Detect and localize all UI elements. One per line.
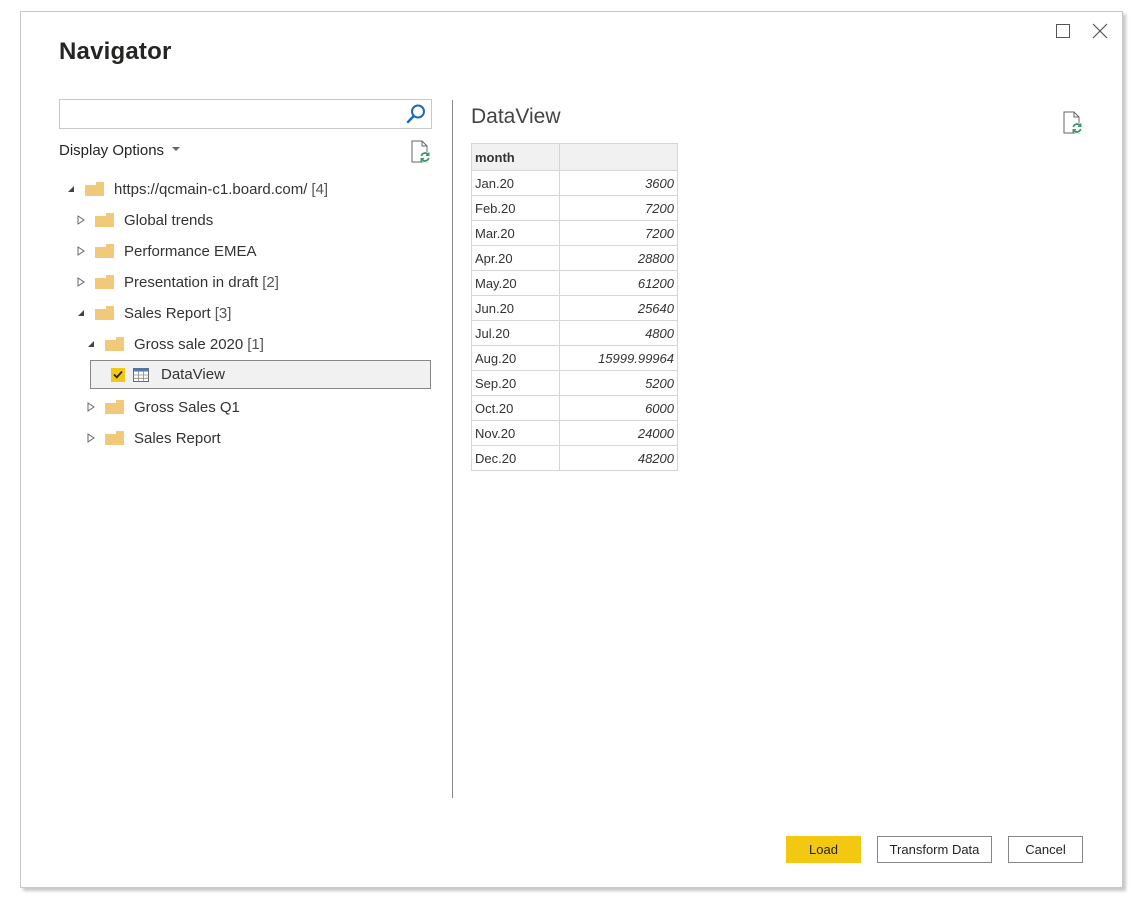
- expand-arrow-icon[interactable]: [75, 276, 87, 288]
- collapse-arrow-icon[interactable]: [65, 183, 77, 195]
- dialog-title: Navigator: [59, 38, 172, 65]
- collapse-arrow-icon[interactable]: [75, 307, 87, 319]
- table-row: Jul.20 4800: [471, 320, 678, 346]
- tree-node-label: Sales Report: [124, 304, 211, 322]
- month-cell: Oct.20: [471, 395, 560, 421]
- tree-node-dataview[interactable]: DataView: [90, 360, 431, 389]
- table-row: Sep.20 5200: [471, 370, 678, 396]
- tree-node-count: [4]: [311, 180, 329, 198]
- chevron-down-icon: [172, 147, 181, 152]
- table-body: Jan.20 3600 Feb.20 7200 Mar.20 7200 Apr.20 2880…: [471, 170, 678, 471]
- tree-node-count: [2]: [262, 273, 279, 291]
- month-cell: Apr.20: [471, 245, 560, 271]
- folder-icon: [105, 337, 124, 351]
- folder-icon: [85, 182, 104, 196]
- table-icon: [133, 367, 149, 382]
- table-header-row: month: [471, 143, 678, 171]
- month-cell: May.20: [471, 270, 560, 296]
- expand-arrow-icon[interactable]: [85, 432, 97, 444]
- tree-node-label: Gross sale 2020: [134, 335, 244, 353]
- month-cell: Nov.20: [471, 420, 560, 446]
- table-row: Aug.20 15999.99964: [471, 345, 678, 371]
- table-row: Apr.20 28800: [471, 245, 678, 271]
- search-input[interactable]: [60, 100, 412, 126]
- tree-node-sales-report[interactable]: Sales Report [3]: [75, 299, 231, 327]
- value-cell: 24000: [559, 420, 678, 446]
- table-row: Jun.20 25640: [471, 295, 678, 321]
- table-row: Feb.20 7200: [471, 195, 678, 221]
- tree-node-label: Presentation in draft: [124, 273, 259, 291]
- folder-icon: [95, 275, 114, 289]
- folder-icon: [95, 244, 114, 258]
- table-row: Dec.20 48200: [471, 445, 678, 471]
- tree-node-global-trends[interactable]: Global trends: [75, 206, 213, 234]
- tree-node-sales-report-child[interactable]: Sales Report: [85, 424, 221, 452]
- month-cell: Jun.20: [471, 295, 560, 321]
- close-button[interactable]: [1091, 22, 1111, 42]
- load-button[interactable]: Load: [786, 836, 861, 863]
- tree-node-label: Gross Sales Q1: [134, 398, 240, 416]
- folder-icon: [95, 306, 114, 320]
- tree-node-label: Global trends: [124, 211, 214, 229]
- pane-divider[interactable]: [452, 100, 453, 798]
- month-cell: Mar.20: [471, 220, 560, 246]
- tree-node-gross-sales-q1[interactable]: Gross Sales Q1: [85, 393, 240, 421]
- value-cell: 25640: [559, 295, 678, 321]
- table-row: Oct.20 6000: [471, 395, 678, 421]
- value-cell: 7200: [559, 195, 678, 221]
- tree-node-presentation-in-draft[interactable]: Presentation in draft [2]: [75, 268, 279, 296]
- tree-node-root[interactable]: https://qcmain-c1.board.com/ [4]: [65, 175, 328, 203]
- table-row: Mar.20 7200: [471, 220, 678, 246]
- value-cell: 61200: [559, 270, 678, 296]
- tree-node-count: [3]: [214, 304, 232, 322]
- maximize-button[interactable]: [1054, 22, 1074, 42]
- close-icon: [1092, 23, 1108, 39]
- cancel-button[interactable]: Cancel: [1008, 836, 1083, 863]
- folder-icon: [105, 400, 124, 414]
- search-icon[interactable]: [405, 103, 427, 125]
- month-cell: Feb.20: [471, 195, 560, 221]
- search-box: [59, 99, 432, 129]
- expand-arrow-icon[interactable]: [75, 214, 87, 226]
- expand-arrow-icon[interactable]: [85, 401, 97, 413]
- month-cell: Aug.20: [471, 345, 560, 371]
- month-cell: Jan.20: [471, 170, 560, 196]
- value-cell: 15999.99964: [559, 345, 678, 371]
- tree-node-label: https://qcmain-c1.board.com/: [114, 180, 308, 198]
- value-cell: 6000: [559, 395, 678, 421]
- refresh-document-icon[interactable]: [410, 140, 432, 164]
- transform-data-button[interactable]: Transform Data: [877, 836, 992, 863]
- preview-table: month Jan.20 3600 Feb.20 7200 Mar.20 7200 Apr.…: [471, 143, 678, 471]
- dataview-checkbox[interactable]: [111, 367, 125, 382]
- column-header[interactable]: [559, 143, 678, 171]
- value-cell: 5200: [559, 370, 678, 396]
- tree-node-performance-emea[interactable]: Performance EMEA: [75, 237, 257, 265]
- table-row: Jan.20 3600: [471, 170, 678, 196]
- refresh-document-icon[interactable]: [1062, 111, 1084, 135]
- value-cell: 3600: [559, 170, 678, 196]
- value-cell: 28800: [559, 245, 678, 271]
- month-cell: Sep.20: [471, 370, 560, 396]
- tree-node-count: [1]: [247, 335, 264, 353]
- table-row: Nov.20 24000: [471, 420, 678, 446]
- month-cell: Jul.20: [471, 320, 560, 346]
- display-options-label: Display Options: [59, 142, 165, 159]
- navigator-dialog: Navigator Display Options https://qcmain…: [20, 11, 1123, 888]
- tree-node-label: Performance EMEA: [124, 242, 257, 260]
- tree-node-label: DataView: [161, 366, 225, 383]
- table-row: May.20 61200: [471, 270, 678, 296]
- expand-arrow-icon[interactable]: [75, 245, 87, 257]
- preview-title: DataView: [471, 105, 561, 128]
- column-header[interactable]: month: [471, 143, 560, 171]
- value-cell: 7200: [559, 220, 678, 246]
- value-cell: 4800: [559, 320, 678, 346]
- value-cell: 48200: [559, 445, 678, 471]
- folder-icon: [95, 213, 114, 227]
- display-options-dropdown[interactable]: Display Options: [59, 142, 181, 159]
- tree-node-gross-sale-2020[interactable]: Gross sale 2020 [1]: [85, 330, 264, 358]
- folder-icon: [105, 431, 124, 445]
- tree-node-label: Sales Report: [134, 429, 221, 447]
- month-cell: Dec.20: [471, 445, 560, 471]
- collapse-arrow-icon[interactable]: [85, 338, 97, 350]
